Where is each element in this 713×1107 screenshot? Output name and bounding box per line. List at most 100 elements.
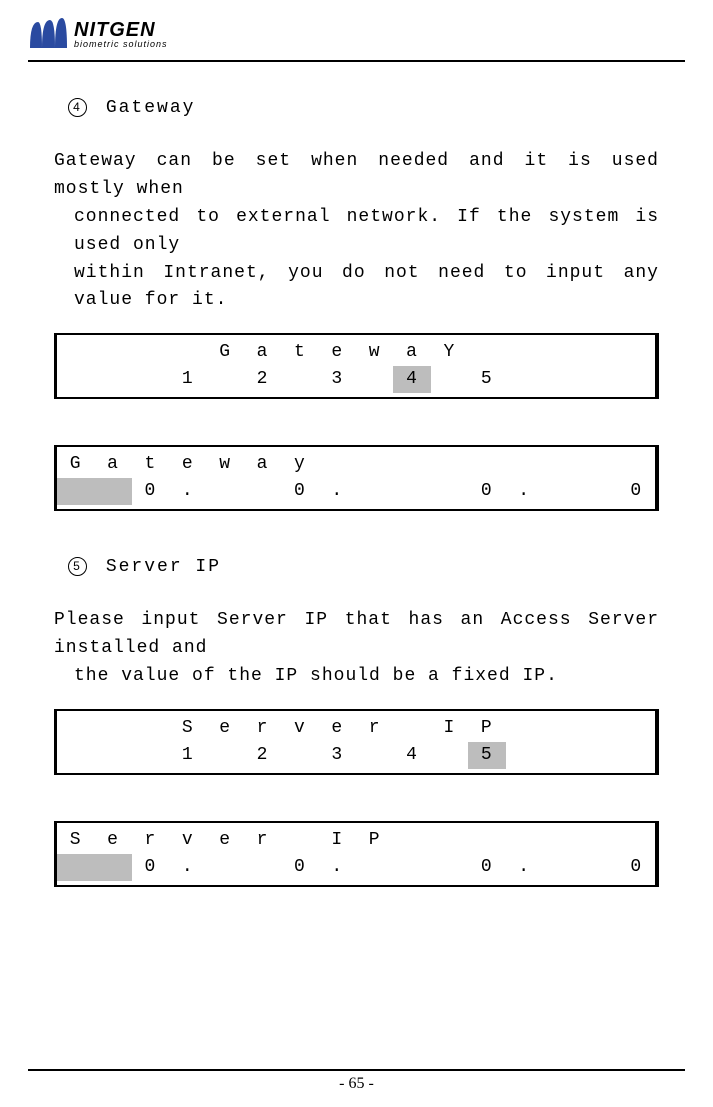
lcd-cell bbox=[543, 451, 580, 478]
lcd-cell: a bbox=[94, 451, 131, 478]
lcd-cell: w bbox=[207, 451, 244, 478]
content: 4 Gateway Gateway can be set when needed… bbox=[28, 62, 685, 887]
lcd-cell bbox=[207, 742, 244, 769]
lcd-cell: a bbox=[244, 451, 281, 478]
para-line: the value of the IP should be a fixed IP… bbox=[54, 663, 659, 691]
lcd-cell: P bbox=[356, 827, 393, 854]
lcd-row: Server IP bbox=[57, 827, 655, 854]
lcd-cell bbox=[580, 339, 617, 366]
lcd-cell bbox=[543, 478, 580, 505]
lcd-cell: 0 bbox=[132, 854, 169, 881]
footer: - 65 - bbox=[28, 1069, 685, 1093]
lcd-row: 0. 0. 0. 0 bbox=[57, 854, 655, 881]
lcd-cell bbox=[356, 742, 393, 769]
section-5-paragraph: Please input Server IP that has an Acces… bbox=[54, 607, 659, 691]
para-line: Gateway can be set when needed and it is… bbox=[54, 151, 659, 199]
section-5-title: Server IP bbox=[106, 557, 221, 577]
lcd-cell bbox=[281, 366, 318, 393]
page-number: - 65 - bbox=[28, 1075, 685, 1093]
para-line: within Intranet, you do not need to inpu… bbox=[54, 260, 659, 316]
lcd-cell bbox=[506, 742, 543, 769]
lcd-cell: 4 bbox=[393, 366, 430, 393]
lcd-cell bbox=[207, 478, 244, 505]
lcd-cell bbox=[431, 827, 468, 854]
lcd-cell bbox=[356, 478, 393, 505]
lcd-cell bbox=[506, 339, 543, 366]
lcd-cell bbox=[543, 715, 580, 742]
lcd-cell: Y bbox=[431, 339, 468, 366]
lcd-cell: v bbox=[169, 827, 206, 854]
lcd-cell: 0 bbox=[281, 854, 318, 881]
lcd-row: Server IP bbox=[57, 715, 655, 742]
lcd-cell bbox=[132, 742, 169, 769]
lcd-cell bbox=[57, 854, 94, 881]
lcd-cell: e bbox=[169, 451, 206, 478]
lcd-cell bbox=[580, 854, 617, 881]
lcd-cell: P bbox=[468, 715, 505, 742]
lcd-cell bbox=[580, 451, 617, 478]
lcd-cell bbox=[431, 854, 468, 881]
lcd-cell: . bbox=[319, 478, 356, 505]
lcd-cell bbox=[431, 478, 468, 505]
lcd-cell bbox=[618, 451, 655, 478]
lcd-cell: e bbox=[207, 827, 244, 854]
page: NITGEN biometric solutions 4 Gateway Gat… bbox=[0, 0, 713, 1107]
lcd-cell: y bbox=[281, 451, 318, 478]
para-line: Please input Server IP that has an Acces… bbox=[54, 610, 659, 658]
lcd-cell: S bbox=[57, 827, 94, 854]
lcd-cell bbox=[169, 339, 206, 366]
lcd-cell bbox=[319, 451, 356, 478]
lcd-cell bbox=[543, 827, 580, 854]
lcd-cell: t bbox=[132, 451, 169, 478]
lcd-cell: . bbox=[506, 854, 543, 881]
lcd-cell: 5 bbox=[468, 742, 505, 769]
lcd-cell: r bbox=[132, 827, 169, 854]
lcd-cell bbox=[57, 339, 94, 366]
lcd-row: GatewaY bbox=[57, 339, 655, 366]
lcd-cell bbox=[543, 366, 580, 393]
lcd-cell: G bbox=[207, 339, 244, 366]
lcd-cell: a bbox=[244, 339, 281, 366]
lcd-row: 0. 0. 0. 0 bbox=[57, 478, 655, 505]
lcd-cell: G bbox=[57, 451, 94, 478]
lcd-cell bbox=[207, 854, 244, 881]
lcd-cell bbox=[393, 827, 430, 854]
lcd-gateway-value: Gateway 0. 0. 0. 0 bbox=[54, 445, 659, 511]
lcd-cell: e bbox=[319, 715, 356, 742]
lcd-cell bbox=[506, 827, 543, 854]
lcd-cell: . bbox=[319, 854, 356, 881]
lcd-cell bbox=[543, 854, 580, 881]
lcd-cell bbox=[580, 715, 617, 742]
lcd-serverip-value: Server IP 0. 0. 0. 0 bbox=[54, 821, 659, 887]
lcd-cell bbox=[356, 854, 393, 881]
lcd-cell bbox=[468, 339, 505, 366]
lcd-cell: t bbox=[281, 339, 318, 366]
lcd-cell bbox=[281, 827, 318, 854]
lcd-cell: v bbox=[281, 715, 318, 742]
lcd-cell: . bbox=[169, 854, 206, 881]
lcd-cell: r bbox=[244, 715, 281, 742]
lcd-cell: 1 bbox=[169, 366, 206, 393]
lcd-cell bbox=[618, 742, 655, 769]
lcd-cell bbox=[244, 854, 281, 881]
lcd-cell bbox=[57, 366, 94, 393]
lcd-cell: r bbox=[244, 827, 281, 854]
lcd-cell: I bbox=[431, 715, 468, 742]
header: NITGEN biometric solutions bbox=[28, 18, 685, 56]
lcd-cell: 0 bbox=[468, 854, 505, 881]
lcd-cell: 3 bbox=[319, 742, 356, 769]
lcd-cell bbox=[618, 366, 655, 393]
lcd-cell: 5 bbox=[468, 366, 505, 393]
section-4-paragraph: Gateway can be set when needed and it is… bbox=[54, 148, 659, 315]
lcd-cell bbox=[356, 366, 393, 393]
lcd-cell bbox=[393, 854, 430, 881]
lcd-cell bbox=[393, 715, 430, 742]
lcd-cell bbox=[506, 715, 543, 742]
lcd-cell: 0 bbox=[281, 478, 318, 505]
lcd-cell bbox=[57, 478, 94, 505]
lcd-cell bbox=[580, 366, 617, 393]
lcd-cell bbox=[281, 742, 318, 769]
lcd-cell: w bbox=[356, 339, 393, 366]
lcd-gateway-menu: GatewaY 1 2 3 4 5 bbox=[54, 333, 659, 399]
lcd-cell bbox=[618, 339, 655, 366]
